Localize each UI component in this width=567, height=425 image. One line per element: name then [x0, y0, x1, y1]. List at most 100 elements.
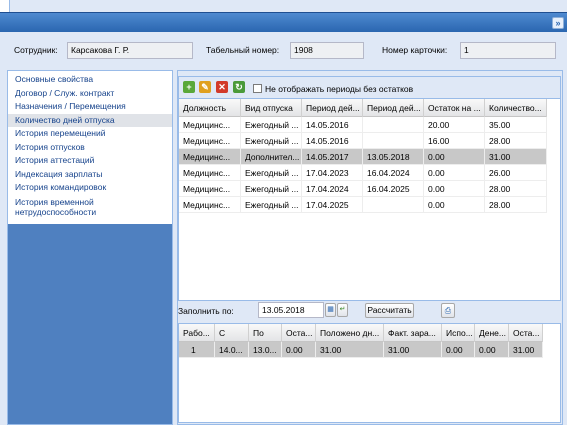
tabnum-label: Табельный номер:: [206, 45, 280, 55]
calculation-grid: Рабо... С По Оста... Положено дн... Факт…: [178, 323, 561, 423]
col-quantity[interactable]: Количество...: [485, 99, 547, 117]
cell: 17.04.2023: [302, 165, 363, 181]
edit-icon[interactable]: ✎: [199, 81, 211, 93]
col-days-due[interactable]: Положено дн...: [316, 324, 384, 342]
cell: Медицинс...: [179, 165, 241, 181]
grid2-header: Рабо... С По Оста... Положено дн... Факт…: [179, 324, 543, 342]
cell: [363, 197, 424, 213]
cell: Дополнител...: [241, 149, 302, 165]
cell: 14.05.2016: [302, 133, 363, 149]
col-monetary[interactable]: Дене...: [475, 324, 509, 342]
cell: 35.00: [485, 117, 547, 133]
grid1-header: Должность Вид отпуска Период дей... Пери…: [179, 99, 547, 117]
hide-empty-label: Не отображать периоды без остатков: [265, 84, 414, 94]
add-icon[interactable]: +: [183, 81, 195, 93]
cell: 28.00: [485, 133, 547, 149]
cell: Ежегодный ...: [241, 181, 302, 197]
table-row[interactable]: Медицинс... Ежегодный ... 14.05.2016 20.…: [179, 117, 547, 133]
delete-icon[interactable]: ✕: [216, 81, 228, 93]
cell: 0.00: [424, 165, 485, 181]
nav-item-assignments[interactable]: Назначения / Перемещения: [8, 100, 172, 114]
cell: 1: [179, 342, 215, 358]
cell: 0.00: [442, 342, 475, 358]
nav-item-sick-leave[interactable]: История временной нетрудоспособности: [8, 195, 172, 217]
cell: 14.05.2017: [302, 149, 363, 165]
calendar-icon[interactable]: ▦: [325, 303, 336, 317]
cell: 0.00: [424, 149, 485, 165]
cell: 16.00: [424, 133, 485, 149]
calculate-button[interactable]: Рассчитать: [365, 303, 414, 318]
fill-date-field[interactable]: 13.05.2018: [258, 302, 324, 318]
cell: 28.00: [485, 181, 547, 197]
employee-field[interactable]: Карсакова Г. Р.: [67, 42, 193, 59]
cell: 31.00: [485, 149, 547, 165]
top-strip: [0, 0, 567, 12]
cell: 17.04.2024: [302, 181, 363, 197]
cell: [363, 133, 424, 149]
cell: 31.00: [316, 342, 384, 358]
table-row[interactable]: Медицинс... Ежегодный ... 17.04.2024 16.…: [179, 181, 547, 197]
col-actual-earned[interactable]: Факт. зара...: [384, 324, 442, 342]
cell: Медицинс...: [179, 149, 241, 165]
col-period-end[interactable]: Период дей...: [363, 99, 424, 117]
cell: 20.00: [424, 117, 485, 133]
double-chevron-right-icon[interactable]: »: [552, 17, 564, 29]
cell: 0.00: [424, 181, 485, 197]
cell: 13.05.2018: [363, 149, 424, 165]
col-remainder-end[interactable]: Оста...: [509, 324, 543, 342]
grid-toolbar: + ✎ ✕ ↻ Не отображать периоды без остатк…: [179, 77, 560, 99]
nav-item-main-properties[interactable]: Основные свойства: [8, 71, 172, 87]
table-row[interactable]: Медицинс... Ежегодный ... 17.04.2023 16.…: [179, 165, 547, 181]
col-vacation-type[interactable]: Вид отпуска: [241, 99, 302, 117]
cell: Ежегодный ...: [241, 133, 302, 149]
table-row[interactable]: Медицинс... Ежегодный ... 14.05.2016 16.…: [179, 133, 547, 149]
card-field[interactable]: 1: [460, 42, 556, 59]
nav-item-salary-indexation[interactable]: Индексация зарплаты: [8, 168, 172, 182]
nav-item-transfer-history[interactable]: История перемещений: [8, 127, 172, 141]
table-row[interactable]: Медицинс... Ежегодный ... 17.04.2025 0.0…: [179, 197, 547, 213]
cell: [363, 117, 424, 133]
employee-label: Сотрудник:: [14, 45, 58, 55]
tabnum-field[interactable]: 1908: [290, 42, 364, 59]
cell: 14.05.2016: [302, 117, 363, 133]
cell: 0.00: [475, 342, 509, 358]
cell: 13.0...: [249, 342, 282, 358]
cell: Ежегодный ...: [241, 197, 302, 213]
hide-empty-checkbox[interactable]: [253, 84, 262, 93]
cell: 17.04.2025: [302, 197, 363, 213]
cell: Медицинс...: [179, 181, 241, 197]
col-balance[interactable]: Остаток на ...: [424, 99, 485, 117]
col-to[interactable]: По: [249, 324, 282, 342]
cell: 28.00: [485, 197, 547, 213]
employee-header: Сотрудник: Карсакова Г. Р. Табельный ном…: [0, 32, 567, 68]
nav-item-business-trips[interactable]: История командировок: [8, 181, 172, 195]
card-label: Номер карточки:: [382, 45, 448, 55]
col-used[interactable]: Испо...: [442, 324, 475, 342]
col-remainder-start[interactable]: Оста...: [282, 324, 316, 342]
nav-item-contract[interactable]: Договор / Служ. контракт: [8, 87, 172, 101]
title-bar: »: [0, 12, 567, 32]
refresh-icon[interactable]: ↻: [233, 81, 245, 93]
nav-empty-area: [8, 224, 172, 424]
nav-item-vacation-days[interactable]: Количество дней отпуска: [8, 113, 172, 127]
print-icon[interactable]: ⎙: [441, 303, 455, 318]
col-position[interactable]: Должность: [179, 99, 241, 117]
cell: Медицинс...: [179, 133, 241, 149]
cell: Медицинс...: [179, 117, 241, 133]
cell: Медицинс...: [179, 197, 241, 213]
nav-item-attestation-history[interactable]: История аттестаций: [8, 154, 172, 168]
vacation-days-panel: + ✎ ✕ ↻ Не отображать периоды без остатк…: [177, 70, 563, 425]
nav-item-vacation-history[interactable]: История отпусков: [8, 141, 172, 155]
col-work-year[interactable]: Рабо...: [179, 324, 215, 342]
col-period-start[interactable]: Период дей...: [302, 99, 363, 117]
top-tab[interactable]: [0, 0, 10, 12]
table-row[interactable]: 1 14.0... 13.0... 0.00 31.00 31.00 0.00 …: [179, 342, 543, 358]
cell: Ежегодный ...: [241, 165, 302, 181]
nav-list: Основные свойства Договор / Служ. контра…: [8, 71, 172, 224]
col-from[interactable]: С: [215, 324, 249, 342]
apply-date-icon[interactable]: ↵: [337, 303, 348, 317]
cell: 0.00: [282, 342, 316, 358]
cell: 0.00: [424, 197, 485, 213]
cell: 16.04.2025: [363, 181, 424, 197]
table-row-selected[interactable]: Медицинс... Дополнител... 14.05.2017 13.…: [179, 149, 547, 165]
